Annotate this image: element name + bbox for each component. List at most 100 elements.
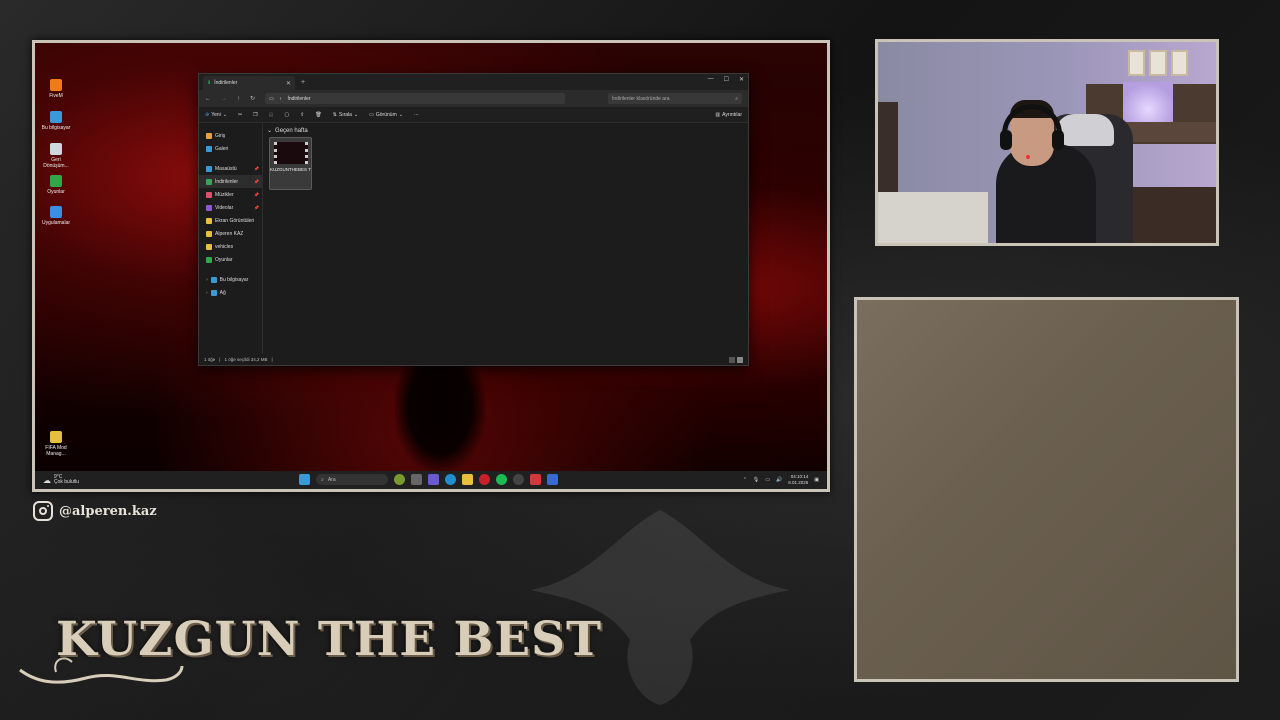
task-view-icon[interactable] [411, 474, 422, 485]
new-button[interactable]: ⊕ Yeni ⌄ [205, 112, 227, 118]
chevron-up-icon[interactable]: ⌃ [743, 477, 747, 483]
microphone-icon[interactable]: 🎙 [753, 477, 759, 483]
minimize-icon[interactable]: — [708, 76, 714, 83]
computer-icon [50, 111, 62, 123]
desktop-icon-games[interactable]: Oyunlar [39, 175, 73, 195]
chevron-down-icon: ⌄ [353, 111, 359, 118]
desktop-icon-fivem[interactable]: FiveM [39, 79, 73, 99]
volume-icon[interactable]: 🔊 [776, 477, 782, 483]
back-icon[interactable]: ← [205, 96, 211, 102]
display-icon[interactable]: ▭ [765, 477, 770, 483]
chevron-down-icon: ⌄ [398, 111, 403, 118]
rename-icon[interactable]: ▢ [284, 112, 289, 118]
edge-icon[interactable] [445, 474, 456, 485]
monitor-icon: ▭ [269, 95, 274, 102]
spotify-icon[interactable] [496, 474, 507, 485]
copy-icon[interactable]: ❐ [253, 112, 257, 118]
file-list: ⌄ Geçen hafta KUZGUNTHEBES T [263, 123, 748, 354]
nav-item-network[interactable]: › Ağ [199, 286, 262, 299]
home-icon [206, 132, 212, 139]
fivem-icon [50, 79, 62, 91]
nav-item-desktop[interactable]: Masaüstü 📌 [199, 162, 262, 175]
discord-icon[interactable] [428, 474, 439, 485]
desktop-icon-this-pc[interactable]: Bu bilgisayar [39, 111, 73, 131]
close-tab-icon[interactable]: ✕ [286, 80, 291, 87]
file-item[interactable]: KUZGUNTHEBES T [269, 137, 312, 190]
pin-icon: 📌 [254, 179, 259, 184]
details-button[interactable]: ▥ Ayrıntılar [715, 112, 742, 118]
nav-item-videos[interactable]: Videolar 📌 [199, 201, 262, 214]
nav-item-alperen-kaz[interactable]: Alperen KAZ [199, 227, 262, 240]
start-icon[interactable] [299, 474, 310, 485]
details-view-icon[interactable] [729, 356, 735, 363]
nav-item-games[interactable]: Oyunlar [199, 253, 262, 266]
taskbar-search[interactable]: ⌕ Ara [316, 474, 388, 485]
nav-item-this-pc[interactable]: › Bu bilgisayar [199, 273, 262, 286]
app-icon[interactable] [547, 474, 558, 485]
folder-icon [206, 217, 212, 224]
apps-icon [50, 206, 62, 218]
nav-item-home[interactable]: Giriş [199, 129, 262, 142]
sort-button[interactable]: ⇅ Sırala ⌄ [333, 112, 358, 118]
pin-icon: 📌 [254, 205, 259, 210]
desktop-icon-apps[interactable]: Uygulamalar [39, 206, 73, 226]
music-icon [206, 191, 212, 198]
delete-icon[interactable]: 🗑 [315, 112, 321, 118]
group-header[interactable]: ⌄ Geçen hafta [267, 127, 744, 135]
folder-icon [206, 243, 212, 250]
pin-icon: 📌 [254, 166, 259, 171]
plus-icon: ⊕ [205, 111, 210, 118]
weather-widget[interactable]: ☁ 9°C Çok bulutlu [43, 475, 79, 485]
window-controls: — ☐ ✕ [708, 76, 744, 83]
video-thumbnail [273, 142, 308, 164]
nav-item-downloads[interactable]: İndirilenler 📌 [199, 175, 262, 188]
tiles-view-icon[interactable] [737, 356, 743, 363]
cut-icon[interactable]: ✂ [238, 112, 242, 118]
clock[interactable]: 04:10:14 8.01.2026 [788, 474, 808, 486]
paste-icon[interactable]: ▤ [269, 112, 274, 118]
forward-icon[interactable]: → [221, 96, 227, 102]
taskbar: ☁ 9°C Çok bulutlu ⌕ Ara ⌃ 🎙 ▭ 🔊 04:10:14… [35, 471, 827, 489]
gallery-icon [206, 145, 212, 152]
nav-item-music[interactable]: Müzikler 📌 [199, 188, 262, 201]
refresh-icon[interactable]: ↻ [250, 95, 255, 102]
obs-icon[interactable] [513, 474, 524, 485]
tab-downloads[interactable]: ⬇ İndirilenler ✕ [203, 76, 295, 90]
brand-title: KUZGUN THE BEST [56, 612, 602, 667]
folder-icon [50, 431, 62, 443]
address-bar: ← → ↑ ↻ ▭ › İndirilenler İndirilenler kl… [199, 90, 748, 107]
view-button[interactable]: ▭ Görünüm ⌄ [369, 112, 403, 118]
file-explorer-icon[interactable] [462, 474, 473, 485]
up-icon[interactable]: ↑ [237, 96, 240, 102]
screen-capture-frame: FiveM Bu bilgisayar Geri Dönüşüm... Oyun… [32, 40, 830, 492]
share-icon[interactable]: ⇪ [300, 112, 304, 118]
secondary-panel [854, 297, 1239, 682]
file-explorer-window: ⬇ İndirilenler ✕ + — ☐ ✕ ← → ↑ ↻ ▭ › İnd… [198, 73, 749, 366]
details-pane-icon: ▥ [715, 111, 721, 118]
nav-item-screenshots[interactable]: Ekran Görüntüleri [199, 214, 262, 227]
search-input[interactable]: İndirilenler klasöründe ara ⌕ [608, 93, 742, 104]
download-icon [206, 178, 212, 185]
maximize-icon[interactable]: ☐ [724, 76, 729, 83]
app-icon[interactable] [530, 474, 541, 485]
video-icon [206, 204, 212, 211]
widget-icon[interactable] [394, 474, 405, 485]
nav-item-gallery[interactable]: Galeri [199, 142, 262, 155]
desktop-icon-recycle-bin[interactable]: Geri Dönüşüm... [39, 143, 73, 169]
search-icon: ⌕ [735, 95, 738, 102]
notification-icon[interactable]: ▣ [814, 477, 819, 483]
nav-item-vehicles[interactable]: vehicles [199, 240, 262, 253]
instagram-icon [33, 501, 53, 521]
network-icon [210, 289, 217, 296]
status-bar: 1 öğe | 1 öğe seçildi 34,2 MB | [199, 354, 748, 365]
desktop-icon-fifa-mod-manager[interactable]: FIFA Mod Manag... [39, 431, 73, 457]
more-options-icon[interactable]: ⋯ [414, 112, 419, 118]
wallpaper-figure [395, 363, 485, 473]
address-field[interactable]: ▭ › İndirilenler [265, 93, 566, 104]
pin-icon: 📌 [254, 192, 259, 197]
opera-icon[interactable] [479, 474, 490, 485]
social-handle: @alperen.kaz [33, 501, 157, 521]
search-icon: ⌕ [321, 476, 324, 483]
close-icon[interactable]: ✕ [739, 76, 744, 83]
new-tab-button[interactable]: + [301, 79, 305, 86]
